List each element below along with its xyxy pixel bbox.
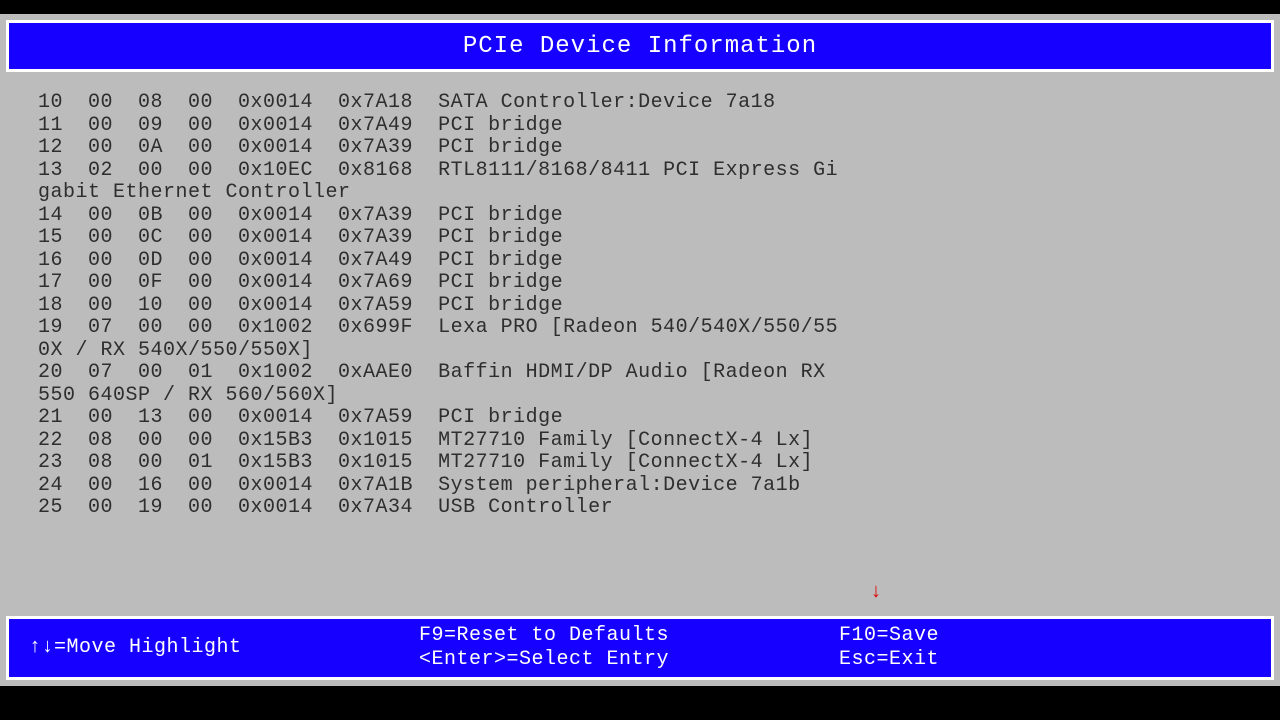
device-row[interactable]: 18 00 10 00 0x0014 0x7A59 PCI bridge [38,295,1250,318]
device-row[interactable]: 19 07 00 00 0x1002 0x699F Lexa PRO [Rade… [38,317,1250,340]
device-row[interactable]: 21 00 13 00 0x0014 0x7A59 PCI bridge [38,407,1250,430]
device-row[interactable]: 24 00 16 00 0x0014 0x7A1B System periphe… [38,475,1250,498]
scroll-down-arrow-icon[interactable]: ↓ [870,581,883,604]
hint-exit: Esc=Exit [839,648,1251,672]
device-row[interactable]: 22 08 00 00 0x15B3 0x1015 MT27710 Family… [38,430,1250,453]
device-row[interactable]: 15 00 0C 00 0x0014 0x7A39 PCI bridge [38,227,1250,250]
device-row[interactable]: 13 02 00 00 0x10EC 0x8168 RTL8111/8168/8… [38,160,1250,183]
device-row[interactable]: 12 00 0A 00 0x0014 0x7A39 PCI bridge [38,137,1250,160]
device-row[interactable]: 10 00 08 00 0x0014 0x7A18 SATA Controlle… [38,92,1250,115]
bios-screen: PCIe Device Information ↑ 10 00 08 00 0x… [0,14,1280,686]
device-row[interactable]: 0X / RX 540X/550/550X] [38,340,1250,363]
hint-reset-defaults: F9=Reset to Defaults [419,624,839,648]
device-row[interactable]: 14 00 0B 00 0x0014 0x7A39 PCI bridge [38,205,1250,228]
hint-select-entry: <Enter>=Select Entry [419,648,839,672]
hint-move-highlight: ↑↓=Move Highlight [29,636,419,660]
device-row[interactable]: 23 08 00 01 0x15B3 0x1015 MT27710 Family… [38,452,1250,475]
device-row[interactable]: 20 07 00 01 0x1002 0xAAE0 Baffin HDMI/DP… [38,362,1250,385]
device-row[interactable]: 11 00 09 00 0x0014 0x7A49 PCI bridge [38,115,1250,138]
hint-save: F10=Save [839,624,1251,648]
device-row[interactable]: 25 00 19 00 0x0014 0x7A34 USB Controller [38,497,1250,520]
device-row[interactable]: 17 00 0F 00 0x0014 0x7A69 PCI bridge [38,272,1250,295]
page-title: PCIe Device Information [463,33,817,60]
pcie-device-list[interactable]: 10 00 08 00 0x0014 0x7A18 SATA Controlle… [6,76,1274,606]
device-row[interactable]: gabit Ethernet Controller [38,182,1250,205]
footer-help-bar: ↑↓=Move Highlight F9=Reset to Defaults <… [6,616,1274,680]
device-row[interactable]: 550 640SP / RX 560/560X] [38,385,1250,408]
device-row[interactable]: 16 00 0D 00 0x0014 0x7A49 PCI bridge [38,250,1250,273]
title-bar: PCIe Device Information [6,20,1274,72]
